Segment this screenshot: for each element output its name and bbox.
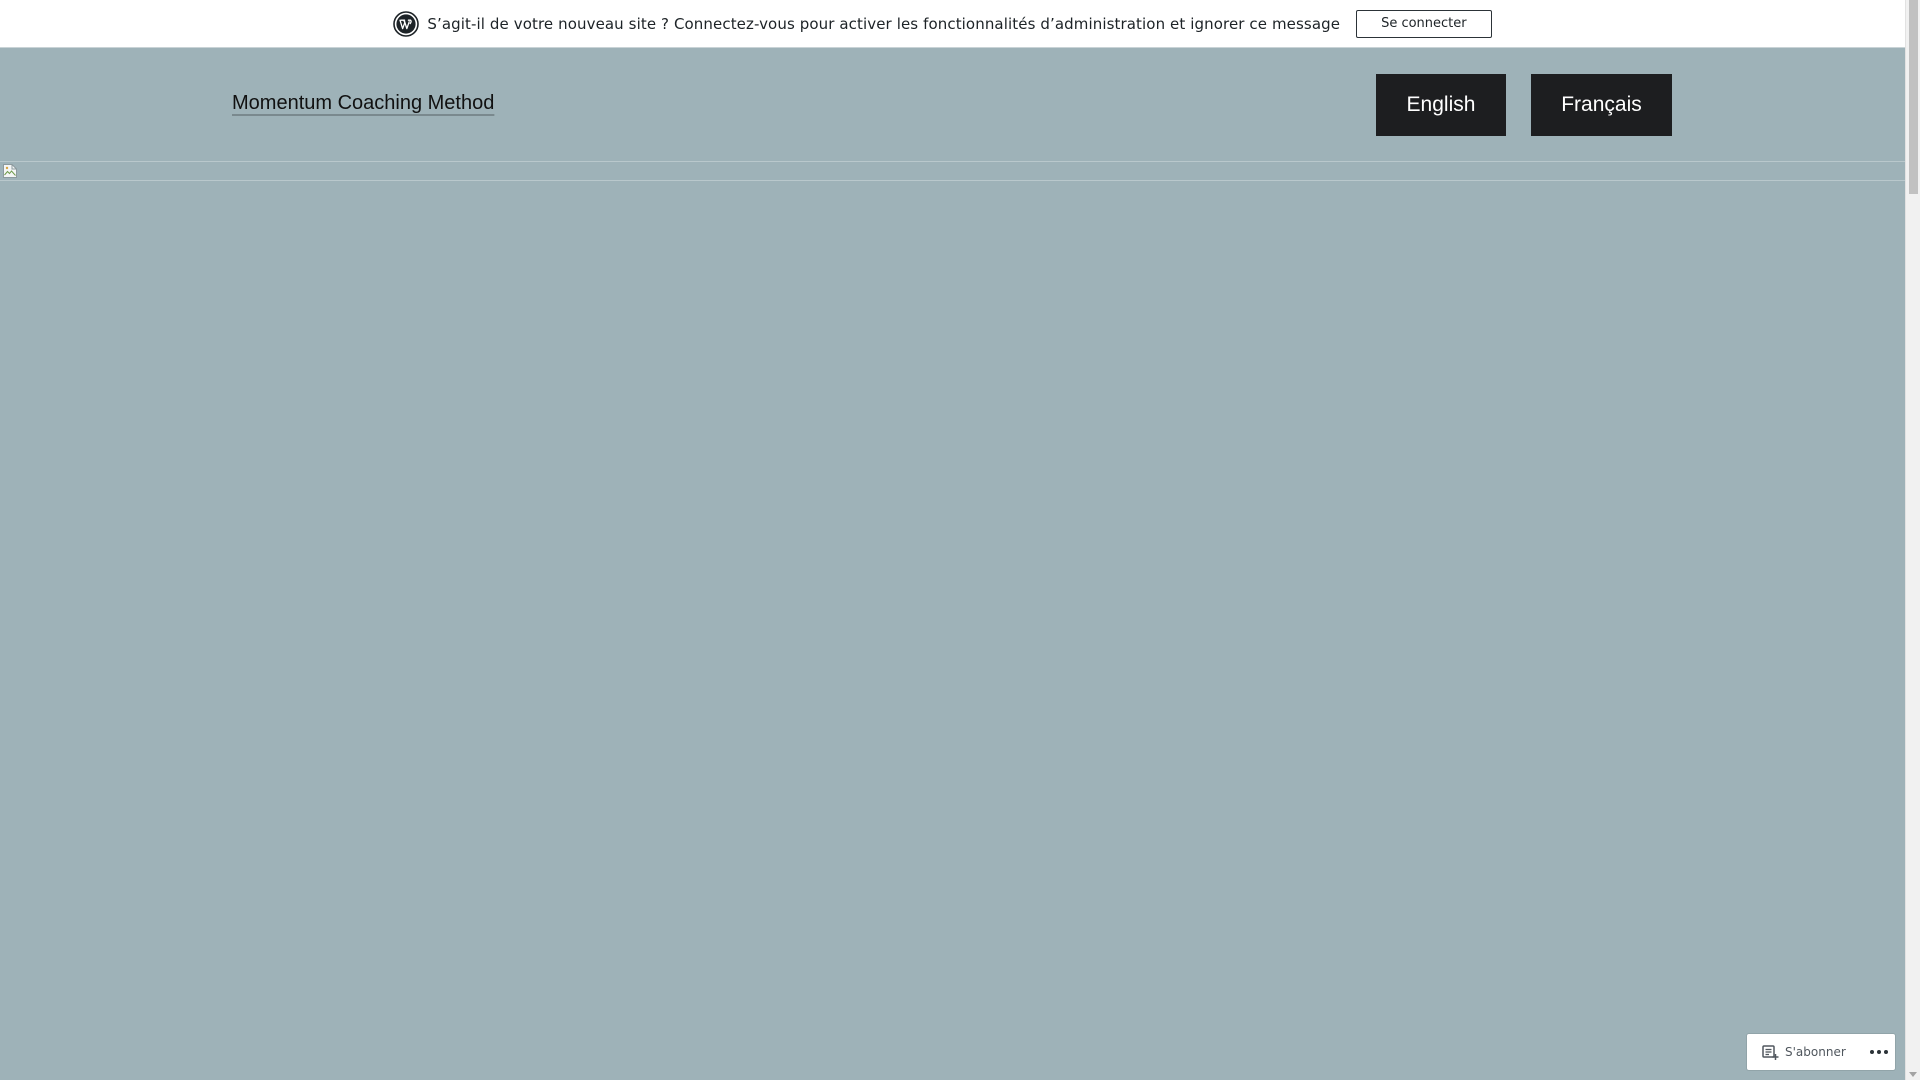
admin-notice-message: S’agit-il de votre nouveau site ? Connec… — [427, 14, 1341, 33]
site-title-link[interactable]: Momentum Coaching Method — [232, 92, 494, 115]
subscribe-label: S'abonner — [1785, 1045, 1846, 1059]
more-options-button[interactable] — [1863, 1034, 1895, 1070]
hero-image-border-bottom — [0, 180, 1905, 181]
scrollbar-thumb[interactable] — [1909, 0, 1918, 194]
wordpress-logo-icon — [393, 10, 420, 37]
admin-notice-bar: S’agit-il de votre nouveau site ? Connec… — [0, 0, 1905, 48]
more-horizontal-icon-dot — [1884, 1050, 1888, 1054]
subscribe-widget: S'abonner — [1747, 1034, 1895, 1070]
login-button[interactable]: Se connecter — [1356, 9, 1492, 38]
more-horizontal-icon — [1870, 1050, 1874, 1054]
language-switcher: English Français — [1376, 74, 1672, 136]
scroll-down-arrow-icon[interactable] — [1909, 1072, 1917, 1077]
admin-notice-content: S’agit-il de votre nouveau site ? Connec… — [393, 9, 1492, 38]
vertical-scrollbar[interactable] — [1905, 0, 1920, 1080]
hero-image-border-top — [0, 161, 1905, 162]
subscribe-button[interactable]: S'abonner — [1747, 1034, 1856, 1070]
more-horizontal-icon-dot — [1877, 1050, 1881, 1054]
language-button-english[interactable]: English — [1376, 74, 1506, 136]
language-button-french[interactable]: Français — [1531, 74, 1672, 136]
hero-image — [0, 161, 1905, 1080]
broken-image-icon — [3, 164, 17, 178]
reader-subscribe-icon — [1762, 1045, 1779, 1060]
